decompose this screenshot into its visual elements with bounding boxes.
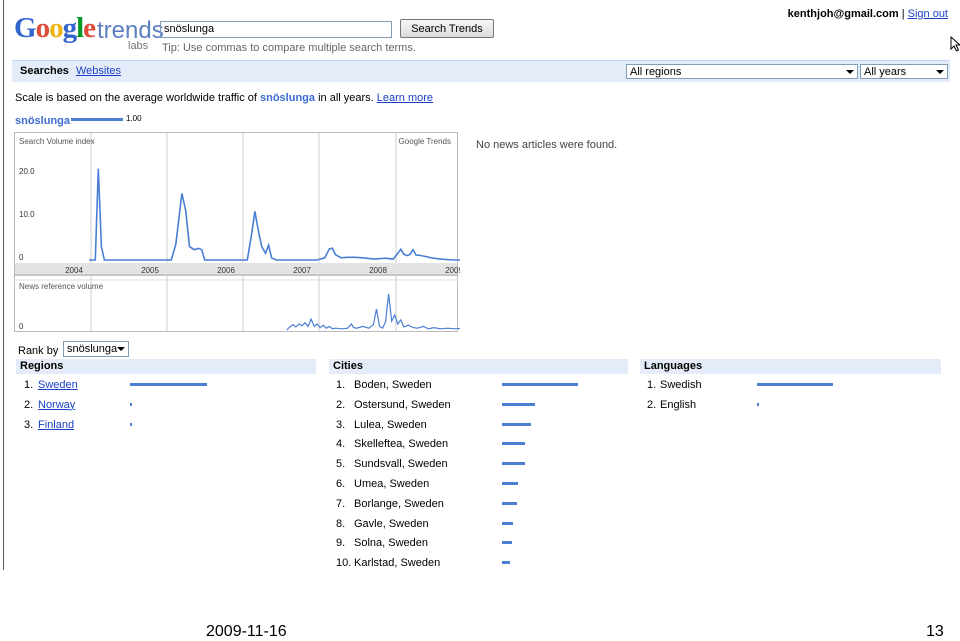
region-select-value: All regions: [630, 66, 682, 78]
google-trends-logo[interactable]: Google trends labs: [14, 12, 164, 52]
cities-item-bar: [502, 482, 518, 485]
languages-rank: 1.: [647, 379, 657, 391]
languages-item-bar: [757, 383, 833, 386]
learn-more-link[interactable]: Learn more: [377, 92, 433, 104]
sign-out-link[interactable]: Sign out: [908, 8, 948, 20]
google-logo-text: Google: [14, 12, 96, 44]
cities-item-name: Borlange, Sweden: [354, 497, 444, 510]
languages-header: Languages: [640, 359, 941, 374]
labs-label: labs: [128, 40, 149, 52]
cities-item-bar: [502, 501, 517, 505]
cities-rank: 4.: [336, 438, 346, 451]
scale-note: Scale is based on the average worldwide …: [15, 92, 433, 104]
cities-item-bar: [502, 422, 531, 426]
cities-rank: 1.: [336, 379, 346, 391]
cities-rank: 6.: [336, 478, 346, 490]
scale-prefix: Scale is based on the average worldwide …: [15, 92, 257, 104]
rank-by-select[interactable]: snöslunga: [63, 341, 129, 357]
cities-header: Cities: [329, 359, 628, 374]
cities-rank: 3.: [336, 418, 346, 431]
cities-item-bar: [502, 442, 525, 446]
account-separator: |: [901, 8, 905, 20]
search-tip: Tip: Use commas to compare multiple sear…: [162, 42, 416, 54]
cities-item-name: Lulea, Sweden: [354, 418, 427, 431]
footer-page-number: 13: [926, 623, 944, 640]
region-select[interactable]: All regions: [626, 64, 858, 79]
legend-term[interactable]: snöslunga: [15, 115, 70, 127]
cities-item-name: Sundsvall, Sweden: [354, 458, 448, 471]
regions-item-bar: [130, 422, 132, 426]
news-zero-label: 0: [19, 322, 24, 331]
regions-rank: 2.: [24, 398, 34, 411]
page-left-rule: [3, 0, 4, 570]
years-select[interactable]: All years: [860, 64, 948, 79]
cities-item-name: Boden, Sweden: [354, 379, 432, 391]
languages-item-name: Swedish: [660, 379, 702, 391]
regions-rank: 1.: [24, 379, 34, 391]
legend-value: 1.00: [126, 114, 142, 123]
news-message: No news articles were found.: [476, 139, 618, 151]
cities-item-bar: [502, 462, 525, 466]
year-label: 2004: [65, 266, 83, 275]
cities-item-bar: [502, 402, 535, 406]
cities-item-name: Gavle, Sweden: [354, 517, 429, 530]
cities-item-name: Umea, Sweden: [354, 478, 430, 490]
regions-item-name[interactable]: Norway: [38, 399, 75, 411]
languages-rank: 2.: [647, 398, 657, 411]
chart-frame: [14, 132, 458, 332]
rank-by-label: Rank by: [18, 345, 59, 357]
scale-keyword: snöslunga: [260, 92, 316, 104]
nav-bar: Searches Websites All regions All years: [12, 60, 950, 82]
chevron-down-icon: [117, 347, 125, 351]
chart-source: Google Trends: [399, 137, 451, 146]
account-email: kenthjoh@gmail.com: [787, 8, 899, 20]
cities-item-bar: [502, 561, 510, 565]
year-label: 2008: [369, 266, 387, 275]
cities-rank: 5.: [336, 458, 346, 471]
search-input[interactable]: snöslunga: [160, 21, 392, 38]
chevron-down-icon: [846, 70, 854, 74]
rank-by-value: snöslunga: [67, 343, 118, 355]
cities-rank: 8.: [336, 517, 346, 530]
mouse-cursor-icon: [950, 36, 960, 52]
y-tick-label: 20.0: [19, 167, 35, 176]
search-trends-button[interactable]: Search Trends: [400, 19, 494, 38]
cities-item-name: Skelleftea, Sweden: [354, 438, 449, 451]
cities-rank: 10.: [336, 557, 352, 570]
cities-item-bar: [502, 521, 513, 525]
cities-rank: 7.: [336, 497, 346, 510]
y-tick-label: 10.0: [19, 210, 35, 219]
legend-bar: [71, 118, 123, 121]
cities-item-name: Ostersund, Sweden: [354, 398, 451, 411]
regions-item-bar: [130, 383, 207, 386]
regions-item-name[interactable]: Sweden: [38, 379, 78, 391]
account-bar: kenthjoh@gmail.com | Sign out: [788, 8, 948, 20]
year-label: 2009: [445, 266, 460, 275]
news-volume-title: News reference volume: [19, 282, 104, 291]
years-select-value: All years: [864, 66, 907, 78]
languages-item-name: English: [660, 398, 697, 411]
scale-suffix: in all years.: [318, 92, 374, 104]
trends-chart: Search Volume index Google Trends 20.0 1…: [14, 132, 460, 332]
year-label: 2007: [293, 266, 311, 275]
cities-item-name: Solna, Sweden: [354, 537, 428, 550]
cities-rank: 2.: [336, 398, 346, 411]
cities-rank: 9.: [336, 537, 346, 550]
regions-rank: 3.: [24, 418, 34, 431]
languages-item-bar: [757, 402, 759, 406]
cities-item-bar: [502, 541, 512, 545]
cities-item-bar: [502, 383, 578, 386]
year-label: 2006: [217, 266, 235, 275]
tab-searches[interactable]: Searches: [20, 65, 69, 77]
regions-item-name[interactable]: Finland: [38, 419, 74, 431]
chart-title: Search Volume index: [19, 137, 95, 146]
cities-item-name: Karlstad, Sweden: [354, 557, 441, 570]
tab-websites[interactable]: Websites: [76, 65, 121, 77]
regions-header: Regions: [16, 359, 316, 374]
y-tick-label: 0: [19, 253, 24, 262]
regions-item-bar: [130, 402, 132, 406]
chevron-down-icon: [936, 70, 944, 74]
footer-date: 2009-11-16: [206, 623, 287, 640]
year-label: 2005: [141, 266, 159, 275]
